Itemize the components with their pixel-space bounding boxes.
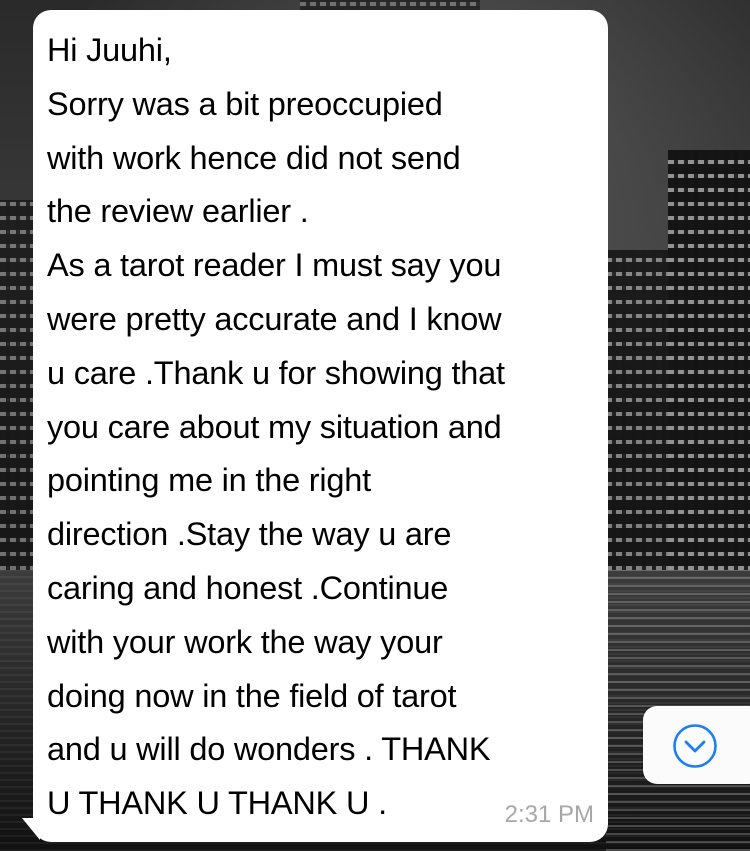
message-bubble[interactable]: Hi Juuhi, Sorry was a bit preoccupied wi…	[33, 10, 608, 842]
chevron-down-circle-icon	[673, 724, 717, 768]
wallpaper-building	[668, 150, 750, 570]
wallpaper-building	[606, 250, 672, 570]
scroll-to-bottom-button[interactable]	[643, 706, 750, 784]
message-text: Hi Juuhi, Sorry was a bit preoccupied wi…	[47, 32, 505, 822]
message-timestamp: 2:31 PM	[504, 801, 594, 828]
